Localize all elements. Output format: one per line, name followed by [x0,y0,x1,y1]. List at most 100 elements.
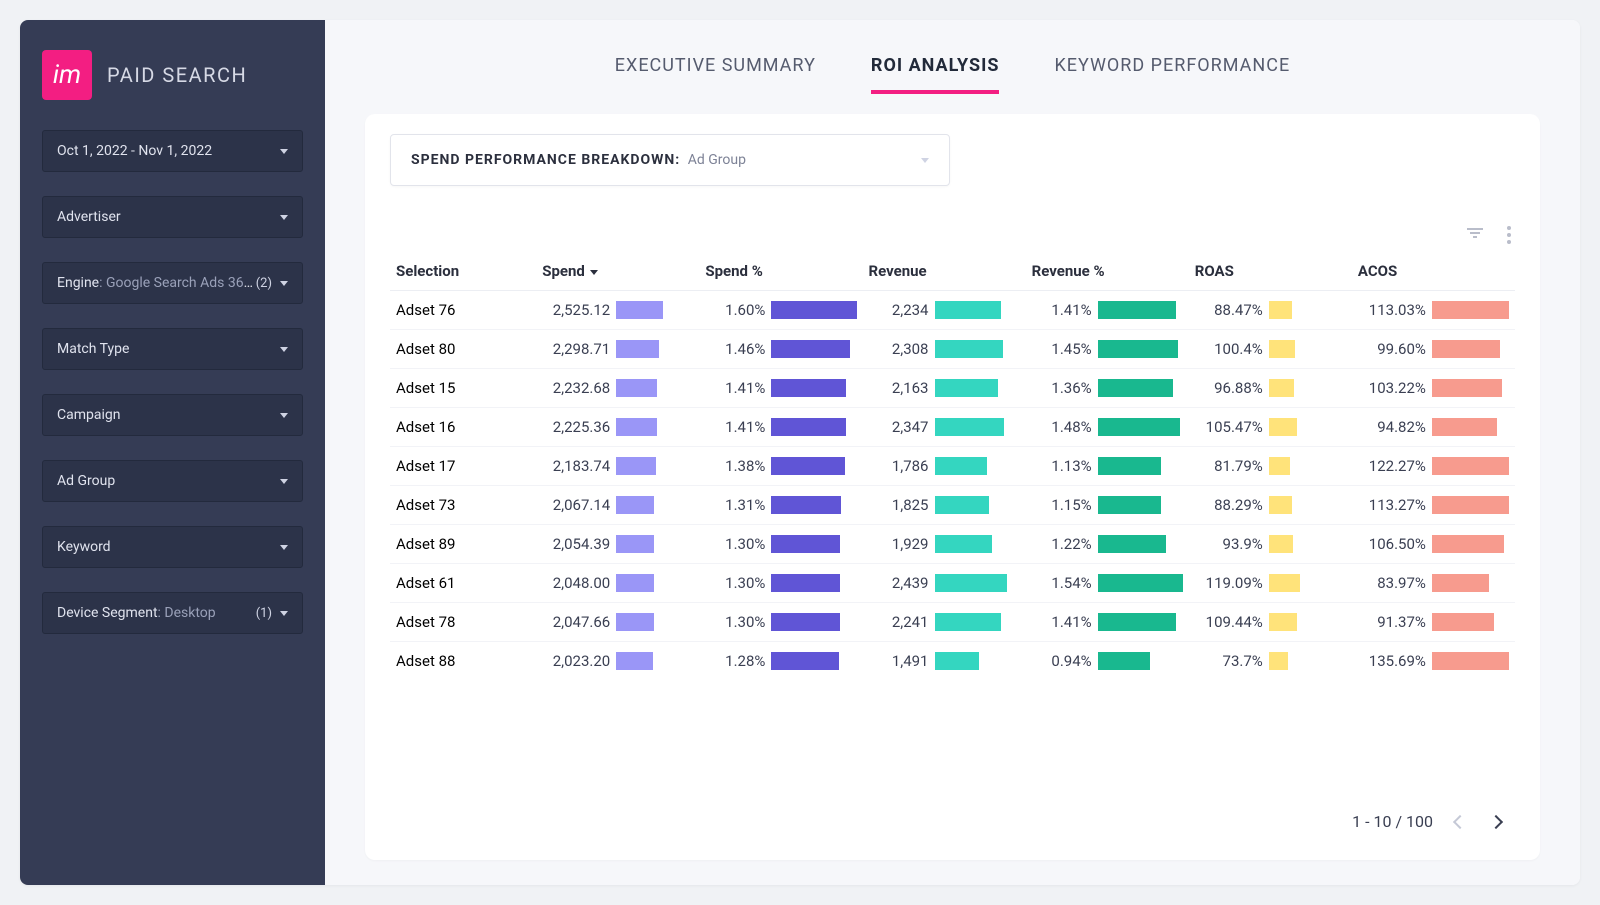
cell-spend: 2,054.39 [536,525,699,564]
metric-bar [935,574,1020,592]
chevron-down-icon [280,413,288,418]
chevron-down-icon [280,479,288,484]
metric-bar [1098,496,1183,514]
metric-bar [1269,535,1346,553]
tab-keyword-performance[interactable]: KEYWORD PERFORMANCE [1054,55,1290,94]
cell-revenue-pct: 1.36% [1026,369,1189,408]
brand-title: PAID SEARCH [107,63,247,87]
metric-value: 1.48% [1032,418,1096,436]
table-toolbar [390,211,1515,248]
cell-acos: 91.37% [1352,603,1515,642]
metric-bar [1269,418,1346,436]
cell-acos: 99.60% [1352,330,1515,369]
prev-page-button[interactable] [1451,808,1469,835]
metric-value: 122.27% [1358,457,1430,475]
filter-label: Oct 1, 2022 - Nov 1, 2022 [57,143,212,159]
metric-value: 99.60% [1358,340,1430,358]
sidebar-filter-2[interactable]: Engine: Google Search Ads 360, …(2) [42,262,303,304]
cell-roas: 88.29% [1189,486,1352,525]
sidebar-filter-6[interactable]: Keyword [42,526,303,568]
cell-selection: Adset 89 [390,525,536,564]
cell-revenue-pct: 1.41% [1026,603,1189,642]
breakdown-title: SPEND PERFORMANCE BREAKDOWN: [411,152,680,168]
cell-revenue-pct: 1.41% [1026,291,1189,330]
metric-value: 0.94% [1032,652,1096,670]
cell-spend-pct: 1.28% [699,642,862,681]
cell-selection: Adset 88 [390,642,536,681]
cell-selection: Adset 15 [390,369,536,408]
cell-spend: 2,225.36 [536,408,699,447]
metric-bar [1269,613,1346,631]
sidebar-filter-5[interactable]: Ad Group [42,460,303,502]
chevron-down-icon [280,347,288,352]
cell-spend-pct: 1.38% [699,447,862,486]
filter-label: Advertiser [57,209,121,225]
cell-spend-pct: 1.41% [699,369,862,408]
cell-spend-pct: 1.46% [699,330,862,369]
metric-bar [616,340,693,358]
cell-revenue-pct: 0.94% [1026,642,1189,681]
metric-value: 91.37% [1358,613,1430,631]
metric-value: 2,347 [869,418,933,436]
metric-value: 2,163 [869,379,933,397]
metric-bar [935,418,1020,436]
metric-value: 1.38% [705,457,769,475]
metric-value: 2,054.39 [542,535,614,553]
next-page-button[interactable] [1487,808,1505,835]
sidebar-filter-0[interactable]: Oct 1, 2022 - Nov 1, 2022 [42,130,303,172]
metric-value: 105.47% [1195,418,1267,436]
metric-value: 1.54% [1032,574,1096,592]
metric-value: 2,241 [869,613,933,631]
sidebar-filter-7[interactable]: Device Segment: Desktop(1) [42,592,303,634]
metric-bar [616,418,693,436]
col-revenue-pct[interactable]: Revenue % [1026,252,1189,291]
table-row: Adset 152,232.681.41%2,1631.36%96.88%103… [390,369,1515,408]
metric-value: 113.03% [1358,301,1430,319]
metric-value: 1.28% [705,652,769,670]
metric-value: 2,439 [869,574,933,592]
cell-selection: Adset 16 [390,408,536,447]
sidebar-filter-4[interactable]: Campaign [42,394,303,436]
col-revenue[interactable]: Revenue [863,252,1026,291]
sidebar-filter-1[interactable]: Advertiser [42,196,303,238]
metric-value: 2,225.36 [542,418,614,436]
col-selection[interactable]: Selection [390,252,536,291]
cell-revenue: 2,439 [863,564,1026,603]
sidebar-filter-3[interactable]: Match Type [42,328,303,370]
metric-bar [1098,652,1183,670]
col-roas[interactable]: ROAS [1189,252,1352,291]
metric-value: 1,825 [869,496,933,514]
metric-bar [771,535,856,553]
metric-value: 1.22% [1032,535,1096,553]
metric-bar [935,379,1020,397]
table-row: Adset 782,047.661.30%2,2411.41%109.44%91… [390,603,1515,642]
metric-bar [1098,379,1183,397]
metric-value: 100.4% [1195,340,1267,358]
filter-label: Ad Group [57,473,115,489]
metric-value: 1.41% [1032,301,1096,319]
cell-roas: 81.79% [1189,447,1352,486]
metric-value: 113.27% [1358,496,1430,514]
metric-bar [616,535,693,553]
cell-selection: Adset 76 [390,291,536,330]
tab-executive-summary[interactable]: EXECUTIVE SUMMARY [615,55,816,94]
metric-value: 135.69% [1358,652,1430,670]
col-spend[interactable]: Spend [536,252,699,291]
breakdown-dropdown[interactable]: SPEND PERFORMANCE BREAKDOWN: Ad Group [390,134,950,186]
col-spend-pct[interactable]: Spend % [699,252,862,291]
cell-spend: 2,048.00 [536,564,699,603]
metric-bar [616,574,693,592]
tab-roi-analysis[interactable]: ROI ANALYSIS [871,55,1000,94]
cell-spend: 2,047.66 [536,603,699,642]
metric-bar [616,301,693,319]
cell-spend-pct: 1.30% [699,525,862,564]
col-acos[interactable]: ACOS [1352,252,1515,291]
metric-bar [1432,418,1509,436]
cell-selection: Adset 17 [390,447,536,486]
app-shell: im PAID SEARCH Oct 1, 2022 - Nov 1, 2022… [20,20,1580,885]
metric-value: 1.36% [1032,379,1096,397]
filter-icon[interactable] [1463,211,1487,248]
more-options-icon[interactable] [1503,211,1515,248]
cell-roas: 109.44% [1189,603,1352,642]
metric-bar [1432,535,1509,553]
